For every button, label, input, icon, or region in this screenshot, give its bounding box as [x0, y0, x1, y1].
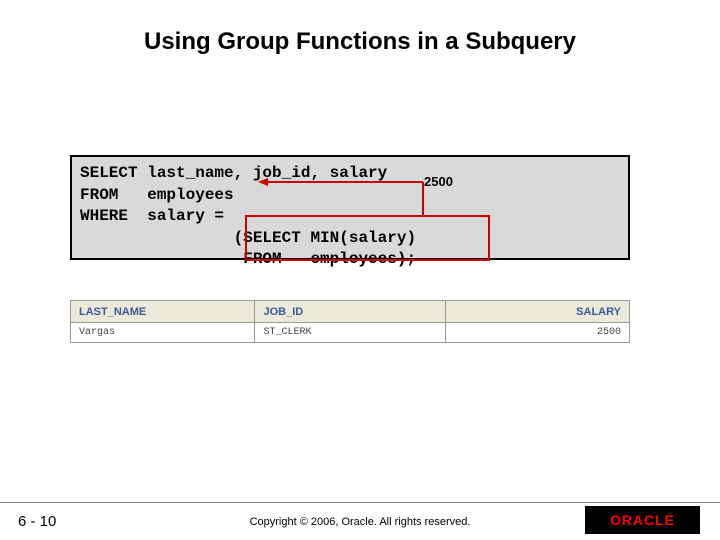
- slide-title: Using Group Functions in a Subquery: [0, 28, 720, 56]
- oracle-logo-text: ORACLE: [610, 512, 675, 528]
- code-line-3: WHERE salary =: [80, 207, 224, 225]
- footer: 6 - 10 Copyright © 2006, Oracle. All rig…: [0, 502, 720, 540]
- code-line-1: SELECT last_name, job_id, salary: [80, 164, 387, 182]
- header-jobid: JOB_ID: [255, 301, 445, 323]
- sql-code-block: SELECT last_name, job_id, salary FROM em…: [70, 155, 630, 260]
- subquery-result-annotation: 2500: [424, 174, 453, 189]
- header-salary: SALARY: [445, 301, 629, 323]
- code-line-2: FROM employees: [80, 186, 234, 204]
- result-table: LAST_NAME JOB_ID SALARY Vargas ST_CLERK …: [70, 300, 630, 343]
- code-line-4: (SELECT MIN(salary): [80, 229, 416, 247]
- cell-salary: 2500: [445, 323, 629, 343]
- footer-divider: [0, 502, 720, 503]
- cell-lastname: Vargas: [71, 323, 255, 343]
- cell-jobid: ST_CLERK: [255, 323, 445, 343]
- code-line-5: FROM employees);: [80, 250, 416, 268]
- oracle-logo: ORACLE: [585, 506, 700, 534]
- header-lastname: LAST_NAME: [71, 301, 255, 323]
- table-row: Vargas ST_CLERK 2500: [71, 323, 630, 343]
- table-header-row: LAST_NAME JOB_ID SALARY: [71, 301, 630, 323]
